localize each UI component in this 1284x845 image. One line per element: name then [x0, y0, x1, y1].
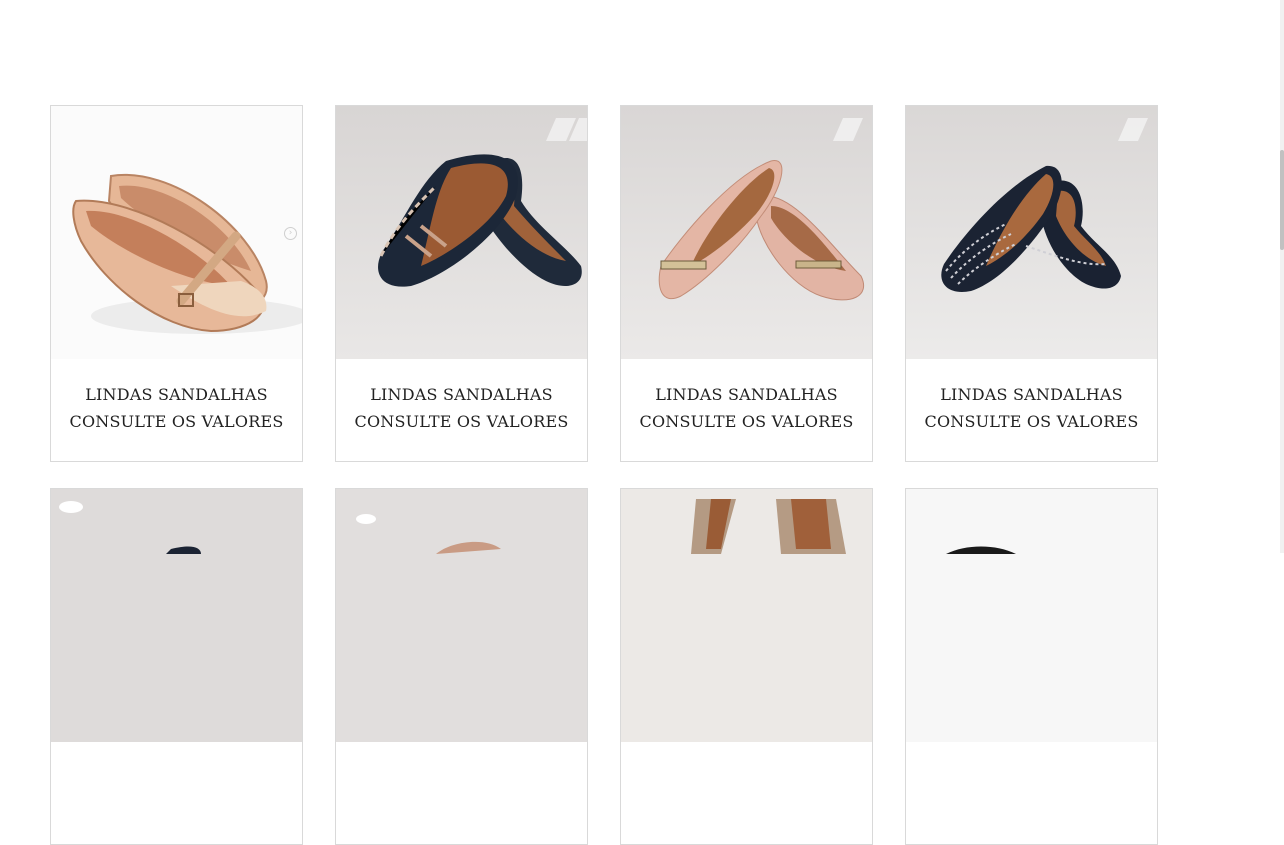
product-image[interactable] [336, 106, 587, 359]
product-image[interactable] [621, 106, 872, 359]
product-card[interactable] [620, 488, 873, 845]
product-caption[interactable]: LINDAS SANDALHAS CONSULTE OS VALORES [906, 359, 1157, 461]
product-card[interactable]: LINDAS SANDALHAS CONSULTE OS VALORES [335, 105, 588, 462]
product-title: LINDAS SANDALHAS [655, 385, 838, 404]
scrollbar[interactable] [1280, 0, 1284, 553]
product-caption[interactable]: LINDAS SANDALHAS CONSULTE OS VALORES [51, 359, 302, 461]
product-caption[interactable]: LINDAS SANDALHAS CONSULTE OS VALORES [336, 359, 587, 461]
product-subtitle: CONSULTE OS VALORES [639, 412, 854, 431]
product-subtitle: CONSULTE OS VALORES [354, 412, 569, 431]
scrollbar-thumb[interactable] [1280, 150, 1284, 250]
product-title: LINDAS SANDALHAS [85, 385, 268, 404]
product-title: LINDAS SANDALHAS [370, 385, 553, 404]
product-subtitle: CONSULTE OS VALORES [924, 412, 1139, 431]
product-image[interactable] [51, 489, 302, 742]
product-card[interactable] [50, 488, 303, 845]
product-caption[interactable]: LINDAS SANDALHAS CONSULTE OS VALORES [621, 359, 872, 461]
product-image[interactable] [621, 489, 872, 742]
product-card[interactable]: › LINDAS SANDALHAS CONSULTE OS VALORES [50, 105, 303, 462]
product-card[interactable]: LINDAS SANDALHAS CONSULTE OS VALORES [620, 105, 873, 462]
product-image[interactable]: › [51, 106, 302, 359]
product-subtitle: CONSULTE OS VALORES [69, 412, 284, 431]
product-image[interactable] [906, 106, 1157, 359]
product-image[interactable] [906, 489, 1157, 742]
product-image[interactable] [336, 489, 587, 742]
product-card[interactable] [905, 488, 1158, 845]
chevron-right-icon[interactable]: › [284, 227, 297, 240]
product-card[interactable] [335, 488, 588, 845]
product-card[interactable]: LINDAS SANDALHAS CONSULTE OS VALORES [905, 105, 1158, 462]
product-title: LINDAS SANDALHAS [940, 385, 1123, 404]
